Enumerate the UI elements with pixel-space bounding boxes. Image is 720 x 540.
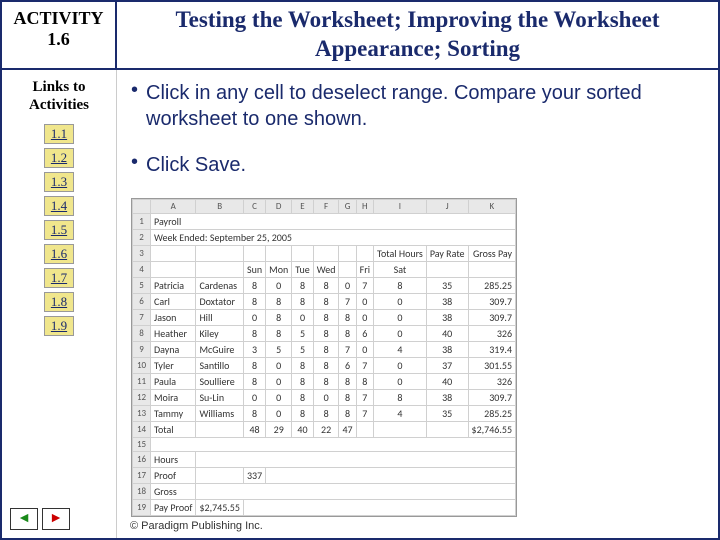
content-area: • Click in any cell to deselect range. C… bbox=[117, 70, 718, 538]
corner-cell bbox=[133, 199, 151, 213]
table-row: 5PatriciaCardenas808807835285.25 bbox=[133, 277, 516, 293]
table-row: 10TylerSantillo808867037301.55 bbox=[133, 357, 516, 373]
sidebar-link-1-1[interactable]: 1.1 bbox=[44, 124, 74, 144]
title-box: Testing the Worksheet; Improving the Wor… bbox=[117, 2, 718, 68]
cell-title: Payroll bbox=[151, 213, 516, 229]
table-row: 13TammyWilliams808887435285.25 bbox=[133, 405, 516, 421]
activity-number: 1.6 bbox=[6, 29, 111, 50]
col-h: H bbox=[356, 199, 373, 213]
bullet-icon: • bbox=[131, 80, 138, 100]
table-row: 8HeatherKiley885886040326 bbox=[133, 325, 516, 341]
sidebar-link-1-7[interactable]: 1.7 bbox=[44, 268, 74, 288]
col-f: F bbox=[313, 199, 339, 213]
col-g: G bbox=[339, 199, 356, 213]
col-d: D bbox=[266, 199, 292, 213]
body-row: Links to Activities 1.1 1.2 1.3 1.4 1.5 … bbox=[2, 70, 718, 538]
table-row: 7JasonHill080880038309.7 bbox=[133, 309, 516, 325]
sidebar-link-1-8[interactable]: 1.8 bbox=[44, 292, 74, 312]
bullet-1: • Click in any cell to deselect range. C… bbox=[131, 80, 704, 132]
next-button[interactable]: ► bbox=[42, 508, 70, 530]
col-c: C bbox=[243, 199, 265, 213]
table-row: 6CarlDoxtator888870038309.7 bbox=[133, 293, 516, 309]
sidebar-link-1-6[interactable]: 1.6 bbox=[44, 244, 74, 264]
bullet-2-text: Click Save. bbox=[146, 152, 704, 178]
bullet-2: • Click Save. bbox=[131, 152, 704, 178]
col-j: J bbox=[426, 199, 468, 213]
copyright-text: © Paradigm Publishing Inc. bbox=[130, 520, 263, 532]
activity-label: ACTIVITY bbox=[6, 8, 111, 29]
prev-button[interactable]: ◄ bbox=[10, 508, 38, 530]
nav-arrows: ◄ ► bbox=[10, 508, 70, 530]
col-headers: A B C D E F G H I J K bbox=[133, 199, 516, 213]
sidebar-link-1-4[interactable]: 1.4 bbox=[44, 196, 74, 216]
col-b: B bbox=[196, 199, 244, 213]
bullet-icon: • bbox=[131, 152, 138, 172]
sidebar-link-1-3[interactable]: 1.3 bbox=[44, 172, 74, 192]
page-title: Testing the Worksheet; Improving the Wor… bbox=[123, 6, 712, 64]
worksheet-screenshot: A B C D E F G H I J K 1Payroll 2Week End… bbox=[131, 198, 517, 517]
col-e: E bbox=[292, 199, 313, 213]
col-a: A bbox=[151, 199, 196, 213]
bullet-1-text: Click in any cell to deselect range. Com… bbox=[146, 80, 704, 132]
col-k: K bbox=[468, 199, 516, 213]
sidebar-heading: Links to Activities bbox=[6, 78, 112, 114]
sidebar-link-1-5[interactable]: 1.5 bbox=[44, 220, 74, 240]
slide-frame: ACTIVITY 1.6 Testing the Worksheet; Impr… bbox=[0, 0, 720, 540]
sidebar-link-1-2[interactable]: 1.2 bbox=[44, 148, 74, 168]
activity-box: ACTIVITY 1.6 bbox=[2, 2, 117, 68]
sidebar-link-1-9[interactable]: 1.9 bbox=[44, 316, 74, 336]
worksheet-table: A B C D E F G H I J K 1Payroll 2Week End… bbox=[132, 199, 516, 516]
totals-row: 14Total4829402247$2,746.55 bbox=[133, 421, 516, 437]
sidebar: Links to Activities 1.1 1.2 1.3 1.4 1.5 … bbox=[2, 70, 117, 538]
cell-subtitle: Week Ended: September 25, 2005 bbox=[151, 229, 516, 245]
header-row: ACTIVITY 1.6 Testing the Worksheet; Impr… bbox=[2, 2, 718, 70]
col-i: I bbox=[374, 199, 427, 213]
table-row: 11PaulaSoulliere808888040326 bbox=[133, 373, 516, 389]
table-row: 9DaynaMcGuire355870438319.4 bbox=[133, 341, 516, 357]
table-row: 12MoiraSu-Lin008087838309.7 bbox=[133, 389, 516, 405]
